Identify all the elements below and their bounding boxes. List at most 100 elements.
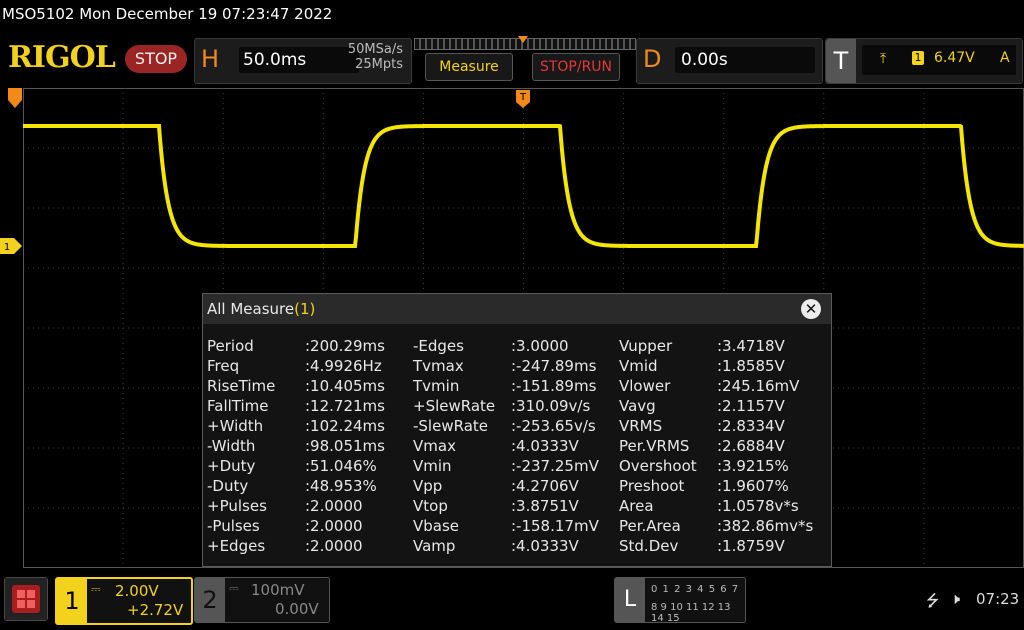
measure-name: Overshoot <box>619 457 697 475</box>
horizontal-panel[interactable]: H 50.0ms 50MSa/s 25Mpts <box>194 38 412 84</box>
rigol-logo: RIGOL <box>8 40 116 75</box>
delay-panel[interactable]: D 0.00s <box>636 38 823 84</box>
measure-column-3: Vupper:3.4718V Vmid:1.8585V Vlower:245.16m… <box>619 336 813 556</box>
measure-row: Preshoot:1.9607% <box>619 476 813 496</box>
measure-name: VRMS <box>619 417 663 435</box>
speaker-icon[interactable]: 🕨 <box>950 589 960 609</box>
measure-title-text: All Measure <box>207 300 295 318</box>
measure-value: :3.0000 <box>511 337 569 355</box>
la-channels-low: 0 1 2 3 4 5 6 7 <box>651 584 740 595</box>
measure-name: Freq <box>207 357 240 375</box>
measure-column-2: -Edges:3.0000 Tvmax:-247.89ms Tvmin:-151.8… <box>413 336 599 556</box>
measure-row: Vamp:4.0333V <box>413 536 599 556</box>
measure-name: FallTime <box>207 397 269 415</box>
measure-value: :10.405ms <box>305 377 385 395</box>
measure-name: -Edges <box>413 337 464 355</box>
measure-value: :51.046% <box>305 457 377 475</box>
measure-value: :2.1157V <box>717 397 785 415</box>
acquisition-info: 50MSa/s 25Mpts <box>325 42 403 72</box>
measure-value: :4.2706V <box>511 477 579 495</box>
measure-value: :-253.65v/s <box>511 417 596 435</box>
measure-row: Vtop:3.8751V <box>413 496 599 516</box>
measure-name: Period <box>207 337 254 355</box>
display-markers: T <box>516 90 530 108</box>
measure-name: -Duty <box>207 477 249 495</box>
memory-depth: 25Mpts <box>355 57 403 72</box>
all-measure-window[interactable]: All Measure(1) ✕ Period:200.29ms Freq :4.9… <box>202 293 832 567</box>
measure-name: Tvmax <box>413 357 464 375</box>
measure-value: :2.6884V <box>717 437 785 455</box>
measure-name: Per.VRMS <box>619 437 690 455</box>
measure-row: Freq :4.9926Hz <box>207 356 385 376</box>
measure-value: :-158.17mV <box>511 517 599 535</box>
stop-run-button[interactable]: STOP/RUN <box>532 53 620 81</box>
measure-row: FallTime :12.721ms <box>207 396 385 416</box>
usb-icon: ⭍ <box>926 591 940 610</box>
measure-row: Vmax:4.0333V <box>413 436 599 456</box>
delay-display[interactable]: 0.00s <box>675 47 815 73</box>
measure-value: :310.09v/s <box>511 397 591 415</box>
measure-name: Vupper <box>619 337 673 355</box>
ch1-ground-marker[interactable]: 1 <box>0 238 24 254</box>
measure-value: :-237.25mV <box>511 457 599 475</box>
channel2-panel[interactable]: 2 ⎓ 100mV 0.00V <box>194 577 330 623</box>
measure-value: :1.8759V <box>717 537 785 555</box>
dc-coupling-icon: ⎓ <box>229 581 239 595</box>
measure-row: Period:200.29ms <box>207 336 385 356</box>
trigger-marker-label: T <box>519 92 527 103</box>
run-state-badge[interactable]: STOP <box>125 45 187 73</box>
close-icon[interactable]: ✕ <box>801 299 821 319</box>
measure-row: -Pulses:2.0000 <box>207 516 385 536</box>
measure-value: :12.721ms <box>305 397 385 415</box>
measure-name: Area <box>619 497 654 515</box>
measure-row: Per.Area :382.86mv*s <box>619 516 813 536</box>
measure-row: Overshoot:3.9215% <box>619 456 813 476</box>
measure-value: :245.16mV <box>717 377 800 395</box>
measure-name: RiseTime <box>207 377 276 395</box>
measure-row: Vpp :4.2706V <box>413 476 599 496</box>
measure-value: :102.24ms <box>305 417 385 435</box>
trigger-source-badge: 1 <box>912 51 924 65</box>
ch1-marker-label: 1 <box>4 242 10 253</box>
trigger-settings[interactable]: ⤒ 1 6.47V A <box>862 45 1016 75</box>
logic-analyzer-panel[interactable]: L 0 1 2 3 4 5 6 7 8 9 10 11 12 13 14 15 <box>614 577 746 624</box>
measure-row: Vmid:1.8585V <box>619 356 813 376</box>
measure-value: :1.8585V <box>717 357 785 375</box>
channel1-panel[interactable]: 1 ⎓ 2.00V +2.72V <box>55 577 193 625</box>
status-line: MSO5102 Mon December 19 07:23:47 2022 <box>2 5 333 23</box>
measure-window-titlebar: All Measure(1) ✕ <box>203 294 831 324</box>
measure-name: +Edges <box>207 537 266 555</box>
trigger-level-arrow[interactable] <box>8 88 24 110</box>
measure-name: Vlower <box>619 377 671 395</box>
measure-name: Vtop <box>413 497 448 515</box>
delay-letter: D <box>643 45 662 73</box>
measure-name: Vpp <box>413 477 443 495</box>
measure-row: Per.VRMS :2.6884V <box>619 436 813 456</box>
menu-button[interactable] <box>4 577 48 621</box>
measure-window-title: All Measure(1) <box>207 300 315 318</box>
grid-menu-icon <box>5 578 47 620</box>
measure-value: :382.86mv*s <box>717 517 814 535</box>
measure-name: Per.Area <box>619 517 681 535</box>
measure-title-channel: (1) <box>294 300 316 318</box>
measure-value: :-151.89ms <box>511 377 597 395</box>
measure-button[interactable]: Measure <box>425 53 513 81</box>
measure-value: :1.0578v*s <box>717 497 799 515</box>
measure-column-1: Period:200.29ms Freq :4.9926Hz RiseTime :10.… <box>207 336 385 556</box>
system-clock: 07:23 <box>976 590 1020 608</box>
measure-name: Vmin <box>413 457 452 475</box>
measure-row: +SlewRate:310.09v/s <box>413 396 599 416</box>
measure-name: Vavg <box>619 397 656 415</box>
measure-name: Vmax <box>413 437 456 455</box>
trigger-panel[interactable]: T ⤒ 1 6.47V A <box>825 38 1023 84</box>
measure-name: Tvmin <box>413 377 460 395</box>
measure-row: +Edges:2.0000 <box>207 536 385 556</box>
measure-row: -Duty:48.953% <box>207 476 385 496</box>
measure-row: +Pulses:2.0000 <box>207 496 385 516</box>
measure-value: :1.9607% <box>717 477 789 495</box>
measure-value: :2.0000 <box>305 497 363 515</box>
delay-value: 0.00s <box>681 50 728 70</box>
measure-value: :2.0000 <box>305 517 363 535</box>
measure-value: :4.9926Hz <box>305 357 382 375</box>
measure-row: +Width:102.24ms <box>207 416 385 436</box>
